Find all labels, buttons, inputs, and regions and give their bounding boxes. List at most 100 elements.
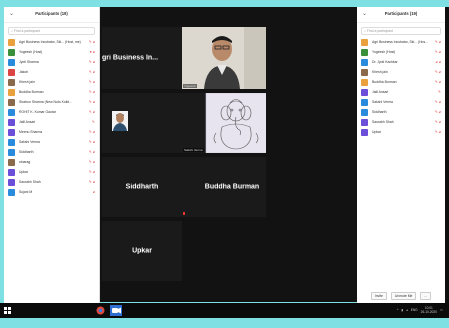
mic-video-status-icon[interactable]: ● ⌀ — [90, 50, 95, 54]
avatar — [8, 118, 15, 126]
participants-panel-right: ⌄ Participants (19) ⌕ Find a participant… — [357, 7, 445, 303]
participant-name: Buddha Burman — [19, 90, 44, 94]
avatar — [361, 38, 368, 46]
participant-row[interactable]: ninarag ✎ ⌀ — [4, 157, 99, 167]
participant-row[interactable]: Upkar ✎ ⌀ — [357, 127, 445, 137]
mic-video-status-icon[interactable]: ✎ ⌀ — [89, 90, 95, 94]
mic-video-status-icon[interactable]: ✎ ⌀ — [89, 170, 95, 174]
avatar — [361, 108, 368, 116]
avatar — [361, 68, 368, 76]
participant-row[interactable]: Jakob ✎ ⌀ — [4, 67, 99, 77]
participant-name: Agri Business Incubator, Ski... (Hos... — [372, 40, 428, 44]
participant-name: Siddharth — [372, 110, 387, 114]
mic-video-status-icon[interactable]: ✎ ⌀ — [435, 80, 441, 84]
mic-video-status-icon[interactable]: ✎ ⌀ — [89, 100, 95, 104]
clock[interactable]: 10:01 26-10-2020 — [421, 306, 437, 314]
invite-button[interactable]: Invite — [370, 292, 387, 300]
avatar — [8, 168, 15, 176]
mic-video-status-icon[interactable]: ✎ ⌀ — [89, 160, 95, 164]
participant-row[interactable]: Khesh jain ✎ ⌀ — [357, 67, 445, 77]
chrome-icon[interactable] — [96, 306, 105, 315]
participant-row[interactable]: Upkar ✎ ⌀ — [4, 167, 99, 177]
volume-icon[interactable]: ◂ — [406, 308, 408, 312]
tile-video-yogeesh[interactable]: Yogeesh — [182, 27, 266, 89]
windows-start-icon[interactable] — [3, 306, 12, 315]
mic-video-status-icon[interactable]: ✎ ⌀ — [435, 40, 441, 44]
panel-title: Participants (19) — [384, 11, 418, 16]
participant-search-input[interactable]: ⌕ Find a participant — [361, 27, 441, 35]
participant-row[interactable]: Sakshi Verma ✎ ⌀ — [357, 97, 445, 107]
avatar — [361, 88, 368, 96]
mic-video-status-icon[interactable]: ✎ ⌀ — [89, 180, 95, 184]
mic-video-status-icon[interactable]: ✎ ⌀ — [89, 110, 95, 114]
tile-name: Buddha Burman — [204, 183, 260, 191]
participant-row[interactable]: Yogeesh (Host) ✎ ⌀ — [357, 47, 445, 57]
tile-caption: Yogeesh — [183, 84, 197, 88]
mic-video-status-icon[interactable]: ✎ ⌀ — [89, 130, 95, 134]
mic-video-status-icon[interactable]: ✎ — [92, 120, 95, 124]
more-button[interactable]: ... — [420, 292, 432, 300]
zoom-app-icon[interactable] — [110, 305, 122, 316]
participant-row[interactable]: Jyoti Sharma ✎ ⌀ — [4, 57, 99, 67]
mic-video-status-icon[interactable]: ✎ ⌀ — [89, 150, 95, 154]
tray-up-icon[interactable]: ^ — [397, 308, 399, 312]
tile-profile-photo[interactable] — [102, 93, 182, 153]
participant-row[interactable]: Siddharth ✎ ⌀ — [357, 107, 445, 117]
mic-video-status-icon[interactable]: ⌀ — [93, 190, 95, 194]
participant-name: Saurabh Shah — [372, 120, 394, 124]
mic-video-status-icon[interactable]: ⌀ ⌀ — [436, 60, 441, 64]
mic-video-status-icon[interactable]: ✎ ⌀ — [89, 40, 95, 44]
participant-row[interactable]: Agri Business Incubator, Ski... (Hos... ✎… — [357, 37, 445, 47]
mic-video-status-icon[interactable]: ✎ ⌀ — [435, 120, 441, 124]
participant-row[interactable]: Agri Business Incubator, Ski... (Host, m… — [4, 37, 99, 47]
tile-siddharth[interactable]: Siddharth — [102, 157, 182, 217]
participant-row[interactable]: Sakshi Verma ✎ ⌀ — [4, 137, 99, 147]
participant-name: Saurabh Shah — [19, 180, 41, 184]
participant-search-input[interactable]: ⌕ Find a participant — [8, 27, 95, 35]
avatar — [8, 148, 15, 156]
avatar — [8, 58, 15, 66]
mic-video-status-icon[interactable]: ✎ ⌀ — [435, 70, 441, 74]
participant-name: Dr. Jyoti Kachkar — [372, 60, 398, 64]
participant-row[interactable]: Jalil Ansari ✎ — [357, 87, 445, 97]
unmute-me-button[interactable]: Unmute Me — [390, 292, 417, 300]
tile-sketch-share[interactable]: Sakshi Verma — [182, 92, 269, 154]
tile-buddha-burman[interactable]: Buddha Burman — [182, 157, 266, 217]
participant-name: Buddha Burman — [372, 80, 397, 84]
participant-row[interactable]: Khesh jain ✎ ⌀ — [4, 77, 99, 87]
mic-video-status-icon[interactable]: ✎ ⌀ — [435, 110, 441, 114]
notifications-icon[interactable]: ▭ — [440, 308, 443, 312]
participant-row[interactable]: Buddha Burman ✎ ⌀ — [357, 77, 445, 87]
participant-name: Shatrun Sharma (New Nuto Kolkt... — [19, 100, 72, 104]
mic-video-status-icon[interactable]: ✎ ⌀ — [435, 50, 441, 54]
participant-list: Agri Business Incubator, Ski... (Hos... ✎… — [357, 37, 445, 137]
system-tray: ^ ▮ ◂ ENG 10:01 26-10-2020 ▭ — [397, 306, 443, 314]
participant-name: ninarag — [19, 160, 31, 164]
mic-video-status-icon[interactable]: ✎ ⌀ — [435, 100, 441, 104]
participant-row[interactable]: ROHIT K. Kumar Gautar ✎ ⌀ — [4, 107, 99, 117]
mic-video-status-icon[interactable]: ✎ ⌀ — [435, 130, 441, 134]
participant-row[interactable]: Shatrun Sharma (New Nuto Kolkt... ✎ ⌀ — [4, 97, 99, 107]
participant-row[interactable]: Saurabh Shah ✎ ⌀ — [357, 117, 445, 127]
tile-upkar[interactable]: Upkar — [102, 221, 182, 281]
mic-video-status-icon[interactable]: ✎ ⌀ — [89, 140, 95, 144]
network-icon[interactable]: ▮ — [401, 308, 403, 312]
avatar — [8, 158, 15, 166]
avatar — [8, 98, 15, 106]
participant-row[interactable]: Saurabh Shah ✎ ⌀ — [4, 177, 99, 187]
participant-row[interactable]: Yogeesh (Host) ● ⌀ — [4, 47, 99, 57]
mic-video-status-icon[interactable]: ✎ — [438, 90, 441, 94]
tile-agri-business[interactable]: gri Business In... — [102, 27, 182, 89]
avatar — [361, 128, 368, 136]
mic-video-status-icon[interactable]: ✎ ⌀ — [89, 70, 95, 74]
participant-row[interactable]: Jalil Ansari ✎ — [4, 117, 99, 127]
participant-row[interactable]: Sujani M ⌀ — [4, 187, 99, 197]
avatar — [361, 98, 368, 106]
participant-row[interactable]: Meenu Sharma ✎ ⌀ — [4, 127, 99, 137]
mic-video-status-icon[interactable]: ✎ ⌀ — [89, 60, 95, 64]
participant-row[interactable]: Buddha Burman ✎ ⌀ — [4, 87, 99, 97]
participant-row[interactable]: Siddharth ✎ ⌀ — [4, 147, 99, 157]
mic-video-status-icon[interactable]: ✎ ⌀ — [89, 80, 95, 84]
language-indicator[interactable]: ENG — [411, 308, 418, 312]
participant-row[interactable]: Dr. Jyoti Kachkar ⌀ ⌀ — [357, 57, 445, 67]
